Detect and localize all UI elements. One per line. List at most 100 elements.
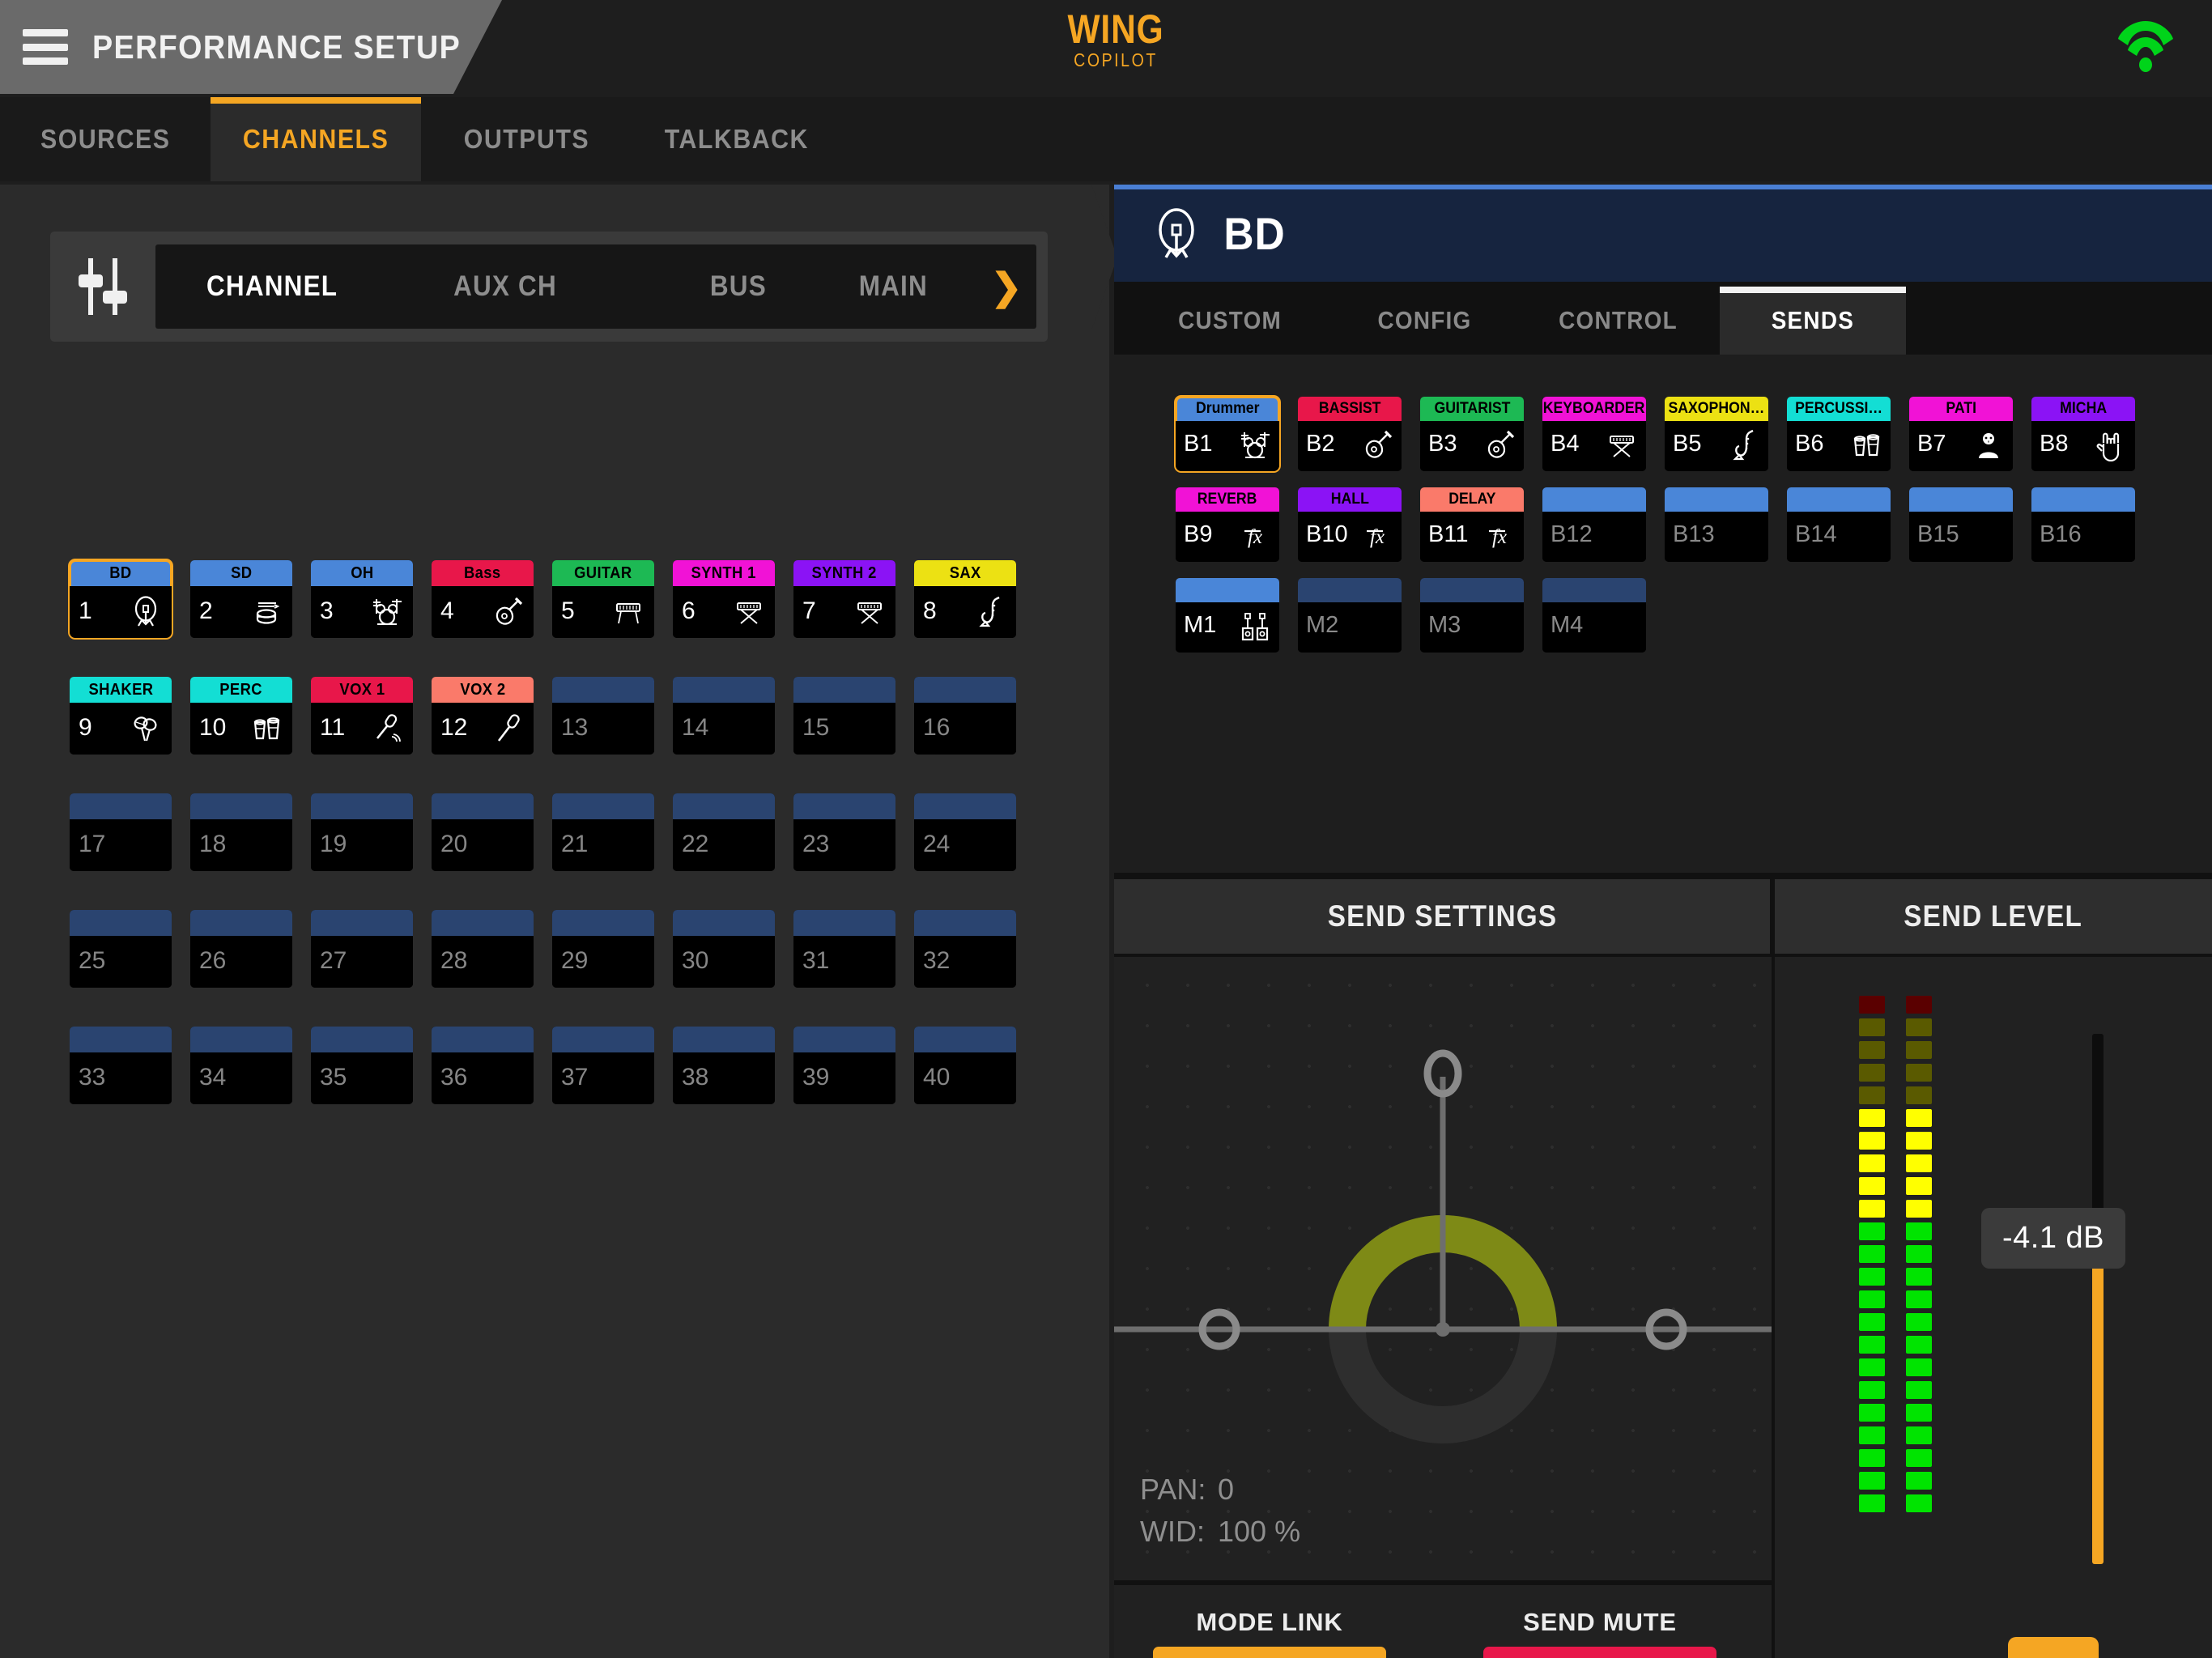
channel-number-26: 26 [199, 947, 226, 975]
tab-control[interactable]: CONTROL [1525, 287, 1712, 355]
bus-button-B4[interactable]: KEYBOARDER B4 [1542, 397, 1646, 471]
bus-name-M3 [1420, 578, 1524, 602]
send-settings-pan-widget[interactable]: PAN:0 WID:100 % [1114, 957, 1772, 1580]
channel-button-40[interactable]: 40 [914, 1027, 1016, 1104]
bus-button-B9[interactable]: REVERB B9 fx [1176, 487, 1279, 562]
channel-name-4: Bass [432, 560, 534, 586]
bus-button-B2[interactable]: BASSIST B2 [1298, 397, 1402, 471]
synth-icon [1606, 429, 1638, 461]
bus-button-B6[interactable]: PERCUSSI… B6 [1787, 397, 1891, 471]
tab-channels[interactable]: CHANNELS [211, 97, 421, 181]
bus-button-B15[interactable]: B15 [1909, 487, 2013, 562]
channel-button-29[interactable]: 29 [552, 910, 654, 988]
channel-button-36[interactable]: 36 [432, 1027, 534, 1104]
channel-button-9[interactable]: SHAKER 9 [70, 677, 172, 755]
send-on-button[interactable]: ON [2008, 1637, 2099, 1658]
follow-button[interactable]: FOLLOW [1483, 1647, 1716, 1658]
channel-button-4[interactable]: Bass 4 [432, 560, 534, 638]
channel-button-28[interactable]: 28 [432, 910, 534, 988]
channel-button-26[interactable]: 26 [190, 910, 292, 988]
channel-name-39 [793, 1027, 895, 1052]
bus-button-M1[interactable]: M1 [1176, 578, 1279, 653]
channel-button-11[interactable]: VOX 1 11 [311, 677, 413, 755]
channel-button-21[interactable]: 21 [552, 793, 654, 871]
bus-button-B13[interactable]: B13 [1665, 487, 1768, 562]
channel-button-38[interactable]: 38 [673, 1027, 775, 1104]
channel-type-main[interactable]: MAIN [855, 270, 976, 303]
channel-body-32: 32 [914, 936, 1016, 988]
bus-button-B1[interactable]: Drummer B1 [1176, 397, 1279, 471]
bus-button-M4[interactable]: M4 [1542, 578, 1646, 653]
bus-button-B16[interactable]: B16 [2031, 487, 2135, 562]
bus-body-B9: B9 fx [1176, 512, 1279, 562]
channel-button-5[interactable]: GUITAR 5 [552, 560, 654, 638]
tab-outputs[interactable]: OUTPUTS [421, 97, 632, 181]
bus-button-B12[interactable]: B12 [1542, 487, 1646, 562]
channel-button-14[interactable]: 14 [673, 677, 775, 755]
channel-button-31[interactable]: 31 [793, 910, 895, 988]
channel-button-13[interactable]: 13 [552, 677, 654, 755]
channel-number-3: 3 [320, 597, 334, 625]
tab-sends[interactable]: SENDS [1720, 287, 1906, 355]
channel-button-1[interactable]: BD 1 [70, 560, 172, 638]
channel-button-12[interactable]: VOX 2 12 [432, 677, 534, 755]
channel-button-16[interactable]: 16 [914, 677, 1016, 755]
tab-channels-label: CHANNELS [243, 124, 389, 155]
channel-button-6[interactable]: SYNTH 1 6 [673, 560, 775, 638]
hamburger-icon[interactable] [23, 29, 68, 65]
channel-button-15[interactable]: 15 [793, 677, 895, 755]
channel-name-2: SD [190, 560, 292, 586]
channel-button-19[interactable]: 19 [311, 793, 413, 871]
channel-button-35[interactable]: 35 [311, 1027, 413, 1104]
tab-sources[interactable]: SOURCES [0, 97, 211, 181]
performance-setup-menu-button[interactable]: PERFORMANCE SETUP [0, 0, 502, 94]
tab-config[interactable]: CONFIG [1331, 287, 1517, 355]
channel-type-auxch[interactable]: AUX CH [389, 270, 622, 303]
bus-button-M3[interactable]: M3 [1420, 578, 1524, 653]
meter-segment-2 [1906, 1041, 1932, 1059]
channel-button-39[interactable]: 39 [793, 1027, 895, 1104]
tab-talkback[interactable]: TALKBACK [632, 97, 842, 181]
tab-sources-label: SOURCES [40, 124, 170, 155]
channel-button-34[interactable]: 34 [190, 1027, 292, 1104]
channel-button-3[interactable]: OH 3 [311, 560, 413, 638]
channel-button-23[interactable]: 23 [793, 793, 895, 871]
bus-button-M2[interactable]: M2 [1298, 578, 1402, 653]
bus-number-B14: B14 [1795, 521, 1837, 548]
channel-button-25[interactable]: 25 [70, 910, 172, 988]
channel-button-10[interactable]: PERC 10 [190, 677, 292, 755]
channel-button-17[interactable]: 17 [70, 793, 172, 871]
bus-button-B10[interactable]: HALL B10 fx [1298, 487, 1402, 562]
chevron-right-icon[interactable]: ❯ [976, 265, 1036, 308]
send-fader-fill[interactable] [2092, 1261, 2104, 1564]
channel-type-channel[interactable]: CHANNEL [155, 270, 389, 303]
channel-button-8[interactable]: SAX 8 [914, 560, 1016, 638]
channel-button-24[interactable]: 24 [914, 793, 1016, 871]
channel-body-10: 10 [190, 703, 292, 755]
channel-button-32[interactable]: 32 [914, 910, 1016, 988]
channel-button-30[interactable]: 30 [673, 910, 775, 988]
meter-segment-14 [1859, 1313, 1885, 1331]
bus-number-B5: B5 [1673, 431, 1701, 457]
tab-custom[interactable]: CUSTOM [1137, 287, 1323, 355]
channel-button-20[interactable]: 20 [432, 793, 534, 871]
channel-button-27[interactable]: 27 [311, 910, 413, 988]
bus-button-B8[interactable]: MICHA B8 [2031, 397, 2135, 471]
bus-button-B11[interactable]: DELAY B11 fx [1420, 487, 1524, 562]
wifi-icon[interactable] [2116, 19, 2175, 73]
channel-body-30: 30 [673, 936, 775, 988]
channel-button-37[interactable]: 37 [552, 1027, 654, 1104]
link-to-bus-button[interactable]: LINK TO BUS [1153, 1647, 1386, 1658]
channel-button-2[interactable]: SD 2 [190, 560, 292, 638]
channel-type-selector: CHANNEL AUX CH BUS MAIN ❯ [50, 232, 1048, 342]
bus-button-B5[interactable]: SAXOPHON… B5 [1665, 397, 1768, 471]
channel-button-33[interactable]: 33 [70, 1027, 172, 1104]
channel-button-7[interactable]: SYNTH 2 7 [793, 560, 895, 638]
bus-button-B7[interactable]: PATI B7 [1909, 397, 2013, 471]
channel-button-22[interactable]: 22 [673, 793, 775, 871]
channel-number-6: 6 [682, 597, 696, 625]
bus-button-B3[interactable]: GUITARIST B3 [1420, 397, 1524, 471]
bus-button-B14[interactable]: B14 [1787, 487, 1891, 562]
channel-button-18[interactable]: 18 [190, 793, 292, 871]
channel-type-bus[interactable]: BUS [622, 270, 855, 303]
